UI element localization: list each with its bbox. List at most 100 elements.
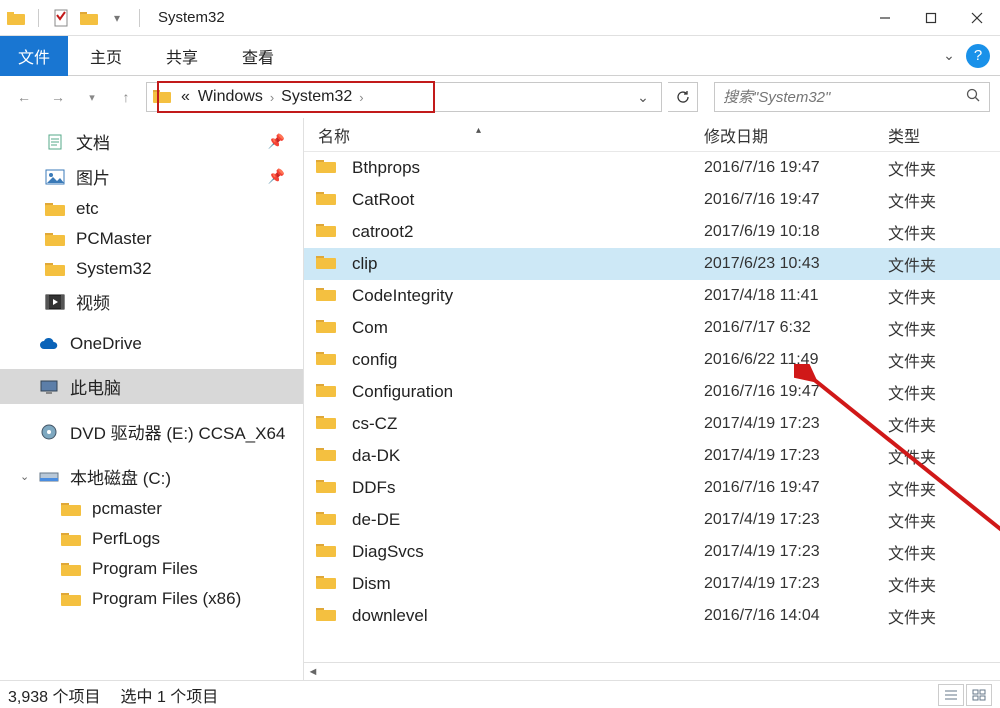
close-button[interactable] [954,3,1000,33]
view-details-button[interactable] [938,684,964,706]
view-icons-button[interactable] [966,684,992,706]
sidebar-item[interactable]: System32 [0,254,303,284]
back-button[interactable]: ← [10,83,38,111]
folder-icon [44,259,66,279]
file-name: da-DK [352,446,704,466]
sidebar-item-label: 本地磁盘 (C:) [70,464,171,489]
sidebar-item-thispc[interactable]: 此电脑 [0,369,303,404]
file-row[interactable]: da-DK2017/4/19 17:23文件夹 [304,440,1000,472]
sidebar-item[interactable]: 视频 [0,284,303,319]
properties-icon[interactable] [51,8,71,28]
file-row[interactable]: DDFs2016/7/16 19:47文件夹 [304,472,1000,504]
sidebar-item[interactable]: PerfLogs [0,524,303,554]
qat-dropdown-icon[interactable]: ▾ [107,8,127,28]
sidebar-item[interactable]: Program Files (x86) [0,584,303,614]
sidebar-item[interactable]: pcmaster [0,494,303,524]
sidebar-item-label: 图片 [76,164,110,189]
search-icon[interactable] [966,88,981,106]
column-date[interactable]: 修改日期 [696,123,880,147]
maximize-button[interactable] [908,3,954,33]
forward-button[interactable]: → [44,83,72,111]
folder-icon [153,88,171,106]
file-row[interactable]: Configuration2016/7/16 19:47文件夹 [304,376,1000,408]
file-type: 文件夹 [888,380,936,404]
file-row[interactable]: CodeIntegrity2017/4/18 11:41文件夹 [304,280,1000,312]
h-scrollbar[interactable]: ◄ [304,662,1000,680]
folder-icon[interactable] [79,8,99,28]
file-row[interactable]: downlevel2016/7/16 14:04文件夹 [304,600,1000,632]
refresh-button[interactable] [668,82,698,112]
sidebar-item-label: PCMaster [76,229,152,249]
file-name: CodeIntegrity [352,286,704,306]
sidebar-item[interactable]: Program Files [0,554,303,584]
column-name[interactable]: 名称▴ [310,123,696,147]
tab-share[interactable]: 共享 [144,36,220,76]
breadcrumb-segment[interactable]: System32 [277,88,356,106]
file-date: 2017/4/19 17:23 [704,543,888,561]
sidebar-item-onedrive[interactable]: OneDrive [0,329,303,359]
address-dropdown-icon[interactable]: ⌄ [631,85,655,109]
recent-dropdown-icon[interactable]: ▾ [78,83,106,111]
file-name: DDFs [352,478,704,498]
status-item-count: 3,938 个项目 [8,683,101,707]
sidebar-item-localdisk[interactable]: ⌄ 本地磁盘 (C:) [0,459,303,494]
address-bar[interactable]: « Windows › System32 › ⌄ [146,82,662,112]
sidebar-item[interactable]: etc [0,194,303,224]
file-type: 文件夹 [888,284,936,308]
file-row[interactable]: config2016/6/22 11:49文件夹 [304,344,1000,376]
pin-icon: 📌 [268,133,285,150]
file-type: 文件夹 [888,476,936,500]
file-row[interactable]: CatRoot2016/7/16 19:47文件夹 [304,184,1000,216]
tab-view[interactable]: 查看 [220,36,296,76]
file-type: 文件夹 [888,252,936,276]
file-row[interactable]: cs-CZ2017/4/19 17:23文件夹 [304,408,1000,440]
file-type: 文件夹 [888,188,936,212]
sidebar-item-label: etc [76,199,99,219]
sidebar-item[interactable]: 图片📌 [0,159,303,194]
sidebar-item-dvd[interactable]: DVD 驱动器 (E:) CCSA_X64 [0,414,303,449]
column-type[interactable]: 类型 [880,123,970,147]
folder-icon [316,574,338,594]
file-name: Com [352,318,704,338]
column-headers: 名称▴ 修改日期 类型 [304,118,1000,152]
file-row[interactable]: DiagSvcs2017/4/19 17:23文件夹 [304,536,1000,568]
file-name: cs-CZ [352,414,704,434]
file-row[interactable]: Dism2017/4/19 17:23文件夹 [304,568,1000,600]
scroll-left-icon[interactable]: ◄ [304,666,322,678]
help-button[interactable]: ? [966,44,990,68]
search-box[interactable] [714,82,990,112]
sidebar-item[interactable]: PCMaster [0,224,303,254]
file-row[interactable]: Bthprops2016/7/16 19:47文件夹 [304,152,1000,184]
sidebar-item-label: DVD 驱动器 (E:) CCSA_X64 [70,419,285,444]
file-row[interactable]: catroot22017/6/19 10:18文件夹 [304,216,1000,248]
folder-icon [316,414,338,434]
chevron-right-icon[interactable]: › [267,90,277,105]
separator [38,9,39,27]
chevron-down-icon[interactable]: ⌄ [20,470,29,483]
file-row[interactable]: clip2017/6/23 10:43文件夹 [304,248,1000,280]
breadcrumb-overflow[interactable]: « [177,88,194,106]
file-date: 2017/4/18 11:41 [704,287,888,305]
file-date: 2016/7/16 14:04 [704,607,888,625]
up-button[interactable]: ↑ [112,83,140,111]
search-input[interactable] [723,89,966,106]
chevron-right-icon[interactable]: › [356,90,366,105]
window-title: System32 [150,9,225,26]
ribbon-expand-icon[interactable]: ⌄ [932,47,966,64]
sidebar-item-label: OneDrive [70,334,142,354]
file-tab[interactable]: 文件 [0,36,68,76]
file-date: 2016/6/22 11:49 [704,351,888,369]
sidebar-item-label: 视频 [76,289,110,314]
quick-access-toolbar: ▾ [0,8,150,28]
file-row[interactable]: Com2016/7/17 6:32文件夹 [304,312,1000,344]
sidebar-item-label: System32 [76,259,152,279]
file-row[interactable]: de-DE2017/4/19 17:23文件夹 [304,504,1000,536]
sidebar-item[interactable]: 文档📌 [0,124,303,159]
minimize-button[interactable] [862,3,908,33]
file-name: catroot2 [352,222,704,242]
breadcrumb-segment[interactable]: Windows [194,88,267,106]
folder-icon [60,559,82,579]
file-date: 2017/6/23 10:43 [704,255,888,273]
file-type: 文件夹 [888,348,936,372]
tab-home[interactable]: 主页 [68,36,144,76]
